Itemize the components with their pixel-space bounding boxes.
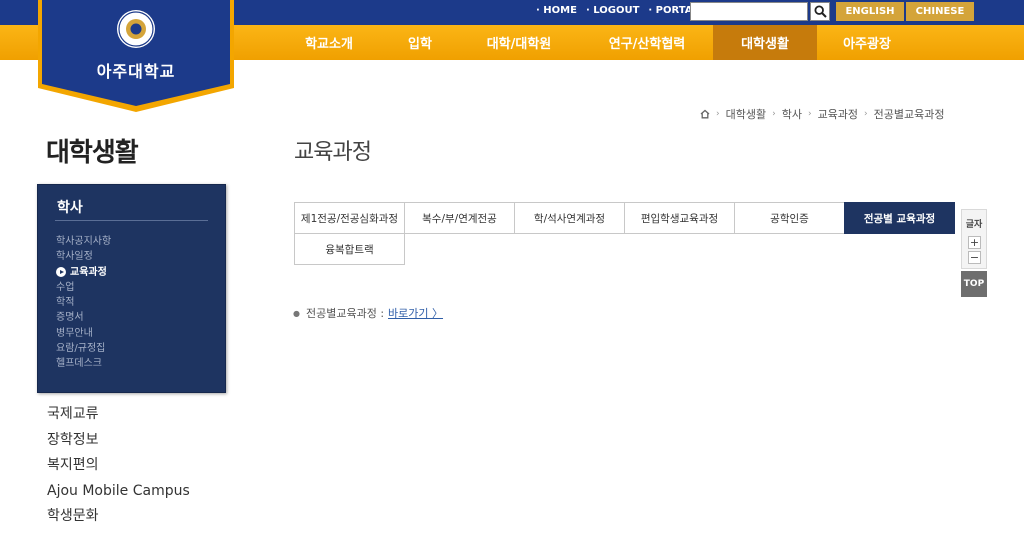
font-decrease-button[interactable]: − <box>968 251 981 264</box>
chevron-right-icon: › <box>807 109 812 119</box>
submenu-list: 학사공지사항 학사일정 교육과정 수업 학적 증명서 병무안내 요람/규정집 헬… <box>56 234 111 372</box>
search-button[interactable] <box>810 2 830 21</box>
home-link[interactable]: · HOME <box>536 5 577 16</box>
nav-item-about[interactable]: 학교소개 <box>287 25 371 60</box>
logo-badge-shape <box>38 0 234 112</box>
university-logo[interactable]: 아주대학교 <box>38 0 234 112</box>
logo-name: 아주대학교 <box>96 62 176 81</box>
sidebar-item-curriculum[interactable]: 교육과정 <box>56 265 111 280</box>
sidebar-item-student-culture[interactable]: 학생문화 <box>47 504 190 530</box>
tab-bachelor-master[interactable]: 학/석사연계과정 <box>514 202 625 234</box>
tab-transfer[interactable]: 편입학생교육과정 <box>624 202 735 234</box>
search-icon <box>813 5 827 18</box>
scroll-top-button[interactable]: TOP <box>961 271 987 297</box>
tab-by-major[interactable]: 전공별 교육과정 <box>844 202 955 234</box>
nav-item-colleges[interactable]: 대학/대학원 <box>470 25 568 60</box>
play-circle-icon <box>56 267 66 278</box>
sidebar-item-academic-calendar[interactable]: 학사일정 <box>56 249 111 264</box>
sidebar-submenu: 학사 학사공지사항 학사일정 교육과정 수업 학적 증명서 병무안내 요람/규정… <box>37 184 226 393</box>
sidebar-item-regulations[interactable]: 요람/규정집 <box>56 341 111 356</box>
font-size-panel: 글자 + − <box>961 209 987 269</box>
sidebar-item-welfare[interactable]: 복지편의 <box>47 453 190 479</box>
sidebar-item-international[interactable]: 국제교류 <box>47 402 190 428</box>
english-button[interactable]: ENGLISH <box>836 2 904 21</box>
sidebar-other-menus: 국제교류 장학정보 복지편의 Ajou Mobile Campus 학생문화 <box>47 402 190 530</box>
shortcut-note: ● 전공별교육과정 : 바로가기 〉 <box>293 305 443 321</box>
note-label: 전공별교육과정 : <box>305 307 385 320</box>
tab-first-major[interactable]: 제1전공/전공심화과정 <box>294 202 405 234</box>
logout-link[interactable]: · LOGOUT <box>586 5 639 16</box>
utility-links: · HOME · LOGOUT · PORTAL <box>536 5 699 16</box>
breadcrumb-current: 전공별교육과정 <box>873 108 945 121</box>
sidebar-item-scholarship[interactable]: 장학정보 <box>47 428 190 454</box>
chinese-button[interactable]: CHINESE <box>906 2 974 21</box>
home-icon[interactable] <box>700 109 710 119</box>
nav-item-ajou-square[interactable]: 아주광장 <box>826 25 908 60</box>
sidebar-item-mobile-campus[interactable]: Ajou Mobile Campus <box>47 479 190 505</box>
sidebar-item-classes[interactable]: 수업 <box>56 280 111 295</box>
nav-item-campus-life[interactable]: 대학생활 <box>713 25 817 60</box>
submenu-title[interactable]: 학사 <box>57 197 83 217</box>
chevron-right-icon: › <box>772 109 776 119</box>
bullet-icon: ● <box>293 308 300 318</box>
sidebar-item-certificates[interactable]: 증명서 <box>56 310 111 325</box>
sidebar-item-academic-notice[interactable]: 학사공지사항 <box>56 234 111 249</box>
shortcut-link[interactable]: 바로가기 〉 <box>388 305 443 321</box>
divider <box>55 220 208 221</box>
search-input[interactable] <box>690 2 808 21</box>
chevron-right-icon: › <box>716 109 720 119</box>
page: · HOME · LOGOUT · PORTAL ENGLISH CHINESE… <box>0 0 1024 548</box>
nav-item-research[interactable]: 연구/산학협력 <box>590 25 704 60</box>
nav-item-admission[interactable]: 입학 <box>389 25 451 60</box>
font-size-label: 글자 <box>965 220 983 230</box>
tab-convergence-track[interactable]: 융복합트랙 <box>294 233 405 265</box>
sidebar-item-records[interactable]: 학적 <box>56 295 111 310</box>
breadcrumb-item[interactable]: 교육과정 <box>818 106 858 122</box>
font-increase-button[interactable]: + <box>968 236 981 249</box>
section-title: 대학생활 <box>46 138 139 168</box>
breadcrumb-item[interactable]: 학사 <box>782 106 802 122</box>
sidebar-item-military[interactable]: 병무안내 <box>56 326 111 341</box>
breadcrumb: › 대학생활 › 학사 › 교육과정 › 전공별교육과정 <box>700 106 945 122</box>
tab-double-minor[interactable]: 복수/부/연계전공 <box>404 202 515 234</box>
breadcrumb-item[interactable]: 대학생활 <box>726 106 766 122</box>
tab-engineering-cert[interactable]: 공학인증 <box>734 202 845 234</box>
page-title: 교육과정 <box>294 140 372 165</box>
chevron-right-icon: › <box>864 109 868 119</box>
sidebar-item-helpdesk[interactable]: 헬프데스크 <box>56 356 111 371</box>
